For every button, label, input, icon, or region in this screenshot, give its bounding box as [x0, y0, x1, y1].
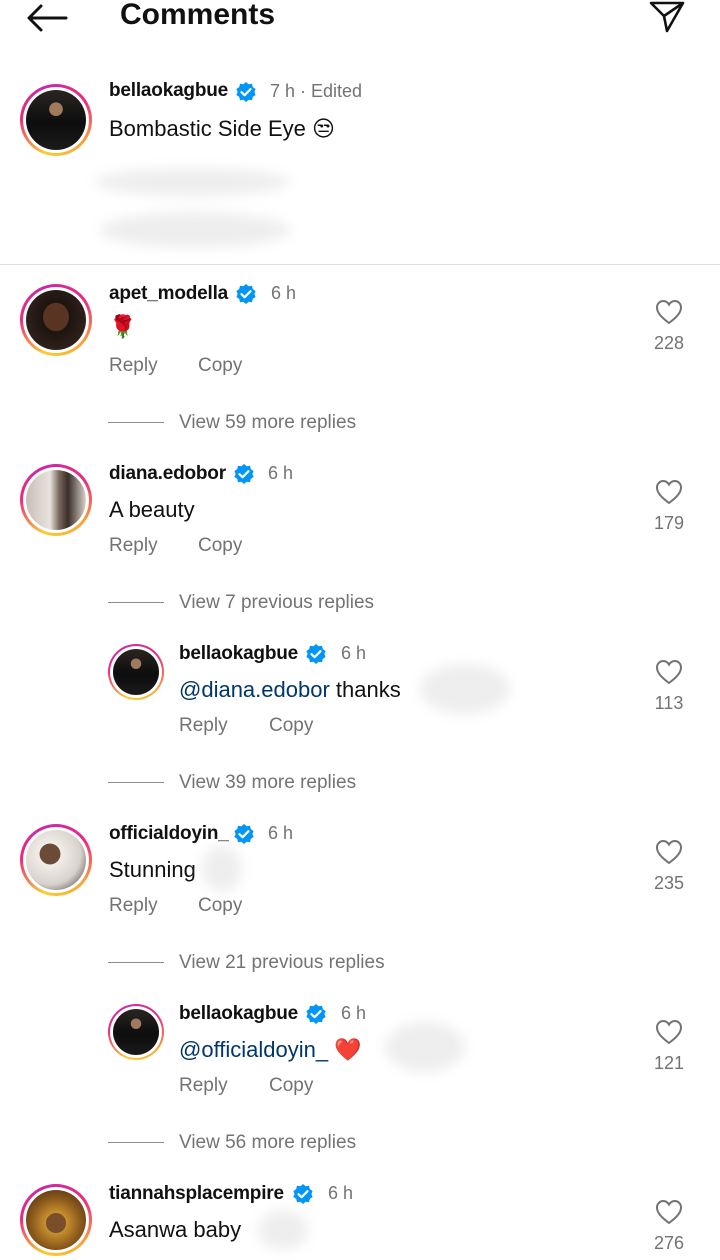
- post-time: 7 h · Edited: [270, 81, 363, 101]
- verified-badge-icon: [236, 284, 256, 304]
- reply-text-body: thanks: [329, 677, 401, 702]
- avatar[interactable]: [20, 824, 92, 896]
- copy-button[interactable]: Copy: [198, 355, 242, 377]
- comment-username[interactable]: officialdoyin_: [109, 823, 229, 845]
- reply-button[interactable]: Reply: [109, 895, 158, 917]
- mention-link[interactable]: @officialdoyin_: [179, 1037, 328, 1062]
- avatar[interactable]: [108, 1004, 164, 1060]
- copy-button[interactable]: Copy: [198, 895, 242, 917]
- reply-time: 6 h: [341, 1003, 367, 1023]
- copy-button[interactable]: Copy: [269, 1075, 313, 1097]
- blurred-region: [258, 1210, 308, 1250]
- heart-outline-icon[interactable]: [655, 1199, 683, 1225]
- like-count: 235: [653, 873, 685, 893]
- like-count: 276: [653, 1233, 685, 1253]
- replies-divider-line: [108, 1142, 164, 1143]
- replies-divider-line: [108, 602, 164, 603]
- blurred-region: [95, 168, 290, 196]
- comment-username[interactable]: apet_modella: [109, 283, 228, 305]
- copy-button[interactable]: Copy: [269, 715, 313, 737]
- verified-badge-icon: [234, 824, 254, 844]
- comment-text: Stunning: [109, 857, 196, 882]
- view-replies-button[interactable]: View 7 previous replies: [179, 592, 374, 614]
- copy-button[interactable]: Copy: [198, 535, 242, 557]
- view-replies-button[interactable]: View 56 more replies: [179, 1132, 356, 1154]
- reply-button[interactable]: Reply: [179, 1075, 228, 1097]
- reply-button[interactable]: Reply: [179, 715, 228, 737]
- reply-username[interactable]: bellaokagbue: [179, 1003, 298, 1025]
- comment-time: 6 h: [268, 823, 294, 843]
- comment-time: 6 h: [271, 283, 297, 303]
- reply-text: @diana.edobor thanks: [179, 677, 401, 703]
- replies-divider-line: [108, 782, 164, 783]
- heart-outline-icon[interactable]: [655, 479, 683, 505]
- comment-username[interactable]: diana.edobor: [109, 463, 226, 485]
- comment-time: 6 h: [268, 463, 294, 483]
- verified-badge-icon: [234, 464, 254, 484]
- caption-divider: [0, 264, 720, 265]
- like-count: 228: [653, 333, 685, 353]
- view-replies-button[interactable]: View 59 more replies: [179, 412, 356, 434]
- avatar[interactable]: [20, 464, 92, 536]
- verified-badge-icon: [293, 1184, 313, 1204]
- verified-badge-icon: [236, 82, 256, 102]
- reply-button[interactable]: Reply: [109, 535, 158, 557]
- comment-text: 🌹: [109, 314, 137, 339]
- replies-divider-line: [108, 962, 164, 963]
- like-count: 113: [654, 693, 684, 713]
- heart-outline-icon[interactable]: [655, 1019, 683, 1045]
- like-count: 121: [653, 1053, 685, 1073]
- avatar[interactable]: [20, 84, 92, 156]
- reply-text-body: ❤️: [328, 1037, 362, 1062]
- mention-link[interactable]: @diana.edobor: [179, 677, 330, 702]
- comment-time: 6 h: [328, 1183, 354, 1203]
- avatar[interactable]: [20, 284, 92, 356]
- heart-outline-icon[interactable]: [655, 299, 683, 325]
- reply-time: 6 h: [341, 643, 367, 663]
- replies-divider-line: [108, 422, 164, 423]
- blurred-region: [100, 212, 290, 248]
- comment-text: A beauty: [109, 497, 195, 522]
- page-title: Comments: [120, 0, 276, 31]
- paper-plane-icon[interactable]: [648, 0, 686, 34]
- avatar[interactable]: [108, 644, 164, 700]
- reply-text: @officialdoyin_ ❤️: [179, 1037, 362, 1063]
- reply-button[interactable]: Reply: [109, 355, 158, 377]
- like-count: 179: [653, 513, 685, 533]
- comment-username[interactable]: tiannahsplacempire: [109, 1183, 284, 1205]
- avatar[interactable]: [20, 1184, 92, 1256]
- reply-username[interactable]: bellaokagbue: [179, 643, 298, 665]
- verified-badge-icon: [306, 1004, 326, 1024]
- heart-outline-icon[interactable]: [655, 839, 683, 865]
- comment-text: Asanwa baby: [109, 1217, 242, 1242]
- post-caption: Bombastic Side Eye 😒: [109, 116, 335, 141]
- back-arrow-icon[interactable]: [26, 4, 68, 32]
- post-username[interactable]: bellaokagbue: [109, 80, 228, 102]
- blurred-region: [420, 664, 510, 714]
- blurred-region: [202, 846, 242, 892]
- verified-badge-icon: [306, 644, 326, 664]
- heart-outline-icon[interactable]: [655, 659, 683, 685]
- view-replies-button[interactable]: View 39 more replies: [179, 772, 356, 794]
- blurred-region: [385, 1022, 465, 1072]
- view-replies-button[interactable]: View 21 previous replies: [179, 952, 385, 974]
